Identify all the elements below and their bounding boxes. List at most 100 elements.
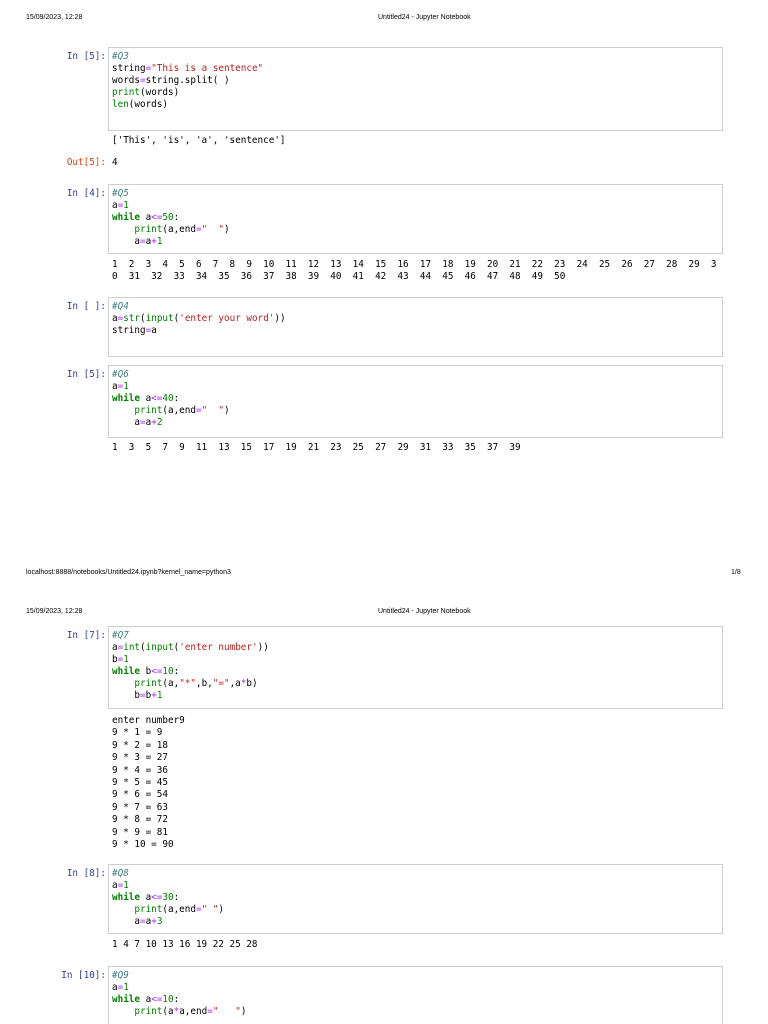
code-token: : xyxy=(173,994,180,1005)
code-line: while a<=10: xyxy=(112,994,722,1006)
code-line: a=a+3 xyxy=(112,916,722,928)
code-editor[interactable]: #Q7 a=int(input('enter number')) b=1 while … xyxy=(108,626,723,709)
page-number: 1/8 xyxy=(731,569,741,576)
input-prompt: In [10]: xyxy=(61,970,106,981)
code-line: #Q6 xyxy=(112,369,722,381)
code-line: a=a+2 xyxy=(112,417,722,429)
code-token: #Q4 xyxy=(112,301,129,312)
code-token: (a,end xyxy=(162,904,196,915)
code-token: 1 xyxy=(156,236,163,247)
output-line: 0 31 32 33 34 35 36 37 38 39 40 41 42 43… xyxy=(112,271,566,283)
code-editor[interactable]: #Q3 string="This is a sentence" words=stri… xyxy=(108,47,723,131)
code-token: " " xyxy=(201,405,224,416)
code-token: )) xyxy=(257,642,269,653)
input-prompt: In [7]: xyxy=(66,630,106,641)
code-token: (a xyxy=(162,1006,174,1017)
notebook-print-page: 15/09/2023, 12:28 Untitled24 - Jupyter N… xyxy=(0,0,768,1024)
code-line: print(a,end=" ") xyxy=(112,405,722,417)
code-token: a xyxy=(140,393,152,404)
code-token: 10 xyxy=(162,666,174,677)
code-line: words=string.split( ) xyxy=(112,75,722,87)
code-line: print(a,"*",b,"=",a*b) xyxy=(112,678,722,690)
code-editor[interactable]: #Q9 a=1 while a<=10: print(a*a,end=" ") xyxy=(108,966,723,1024)
code-token: a,end xyxy=(179,1006,208,1017)
cell-output: 1 3 5 7 9 11 13 15 17 19 21 23 25 27 29 … xyxy=(112,442,521,454)
code-token: len xyxy=(112,99,129,110)
code-token: int xyxy=(123,642,141,653)
output-line: 9 * 5 = 45 xyxy=(112,776,168,788)
code-token: 10 xyxy=(162,994,174,1005)
code-line: a=1 xyxy=(112,200,722,212)
code-line: #Q4 xyxy=(112,301,722,313)
code-editor[interactable]: #Q5 a=1 while a<=50: print(a,end=" ") a=a+… xyxy=(108,184,723,254)
code-token: (a, xyxy=(162,678,180,689)
code-token: str xyxy=(123,313,141,324)
code-token: a xyxy=(140,994,152,1005)
code-token: ,a xyxy=(229,678,241,689)
code-editor[interactable]: #Q6 a=1 while a<=40: print(a,end=" ") a=a+… xyxy=(108,365,723,438)
code-token: input xyxy=(145,313,174,324)
print-url[interactable]: localhost:8888/notebooks/Untitled24.ipyn… xyxy=(26,569,231,576)
code-token: 30 xyxy=(162,892,174,903)
code-token: #Q7 xyxy=(112,630,129,641)
output-prompt: Out[5]: xyxy=(66,157,106,168)
code-token: input xyxy=(145,642,174,653)
output-value: 4 xyxy=(112,157,118,168)
code-token: "=" xyxy=(212,678,230,689)
output-line: enter number9 xyxy=(112,715,185,726)
code-editor[interactable]: #Q8 a=1 while a<=30: print(a,end=" ") a=a+… xyxy=(108,864,723,934)
code-token: print xyxy=(134,904,163,915)
code-token: ) xyxy=(223,405,230,416)
code-token: while xyxy=(112,666,140,677)
output-line: 1 4 7 10 13 16 19 22 25 28 xyxy=(112,939,258,950)
input-prompt: In [ ]: xyxy=(66,301,106,312)
code-token: " " xyxy=(201,904,219,915)
code-line: b=b+1 xyxy=(112,690,722,702)
code-line: print(a*a,end=" ") xyxy=(112,1006,722,1018)
code-token: b) xyxy=(246,678,258,689)
cell-output: 1 2 3 4 5 6 7 8 9 10 11 12 13 14 15 16 1… xyxy=(112,259,717,284)
code-line: a=str(input('enter your word')) xyxy=(112,313,722,325)
code-token: ) xyxy=(218,904,224,915)
code-line: len(words) xyxy=(112,99,722,111)
code-token: 1 xyxy=(156,690,163,701)
code-token: 3 xyxy=(156,916,163,927)
code-token: while xyxy=(112,892,140,903)
code-token: print xyxy=(112,87,140,98)
code-token: 1 xyxy=(123,654,129,665)
code-token: print xyxy=(134,224,163,235)
code-token: a xyxy=(112,236,140,247)
code-token: #Q3 xyxy=(112,51,129,62)
code-token: 'enter your word' xyxy=(179,313,275,324)
code-token: <= xyxy=(151,393,163,404)
code-line: print(a,end=" ") xyxy=(112,904,722,916)
code-token: : xyxy=(173,892,180,903)
code-line: #Q7 xyxy=(112,630,722,642)
code-line: print(a,end=" ") xyxy=(112,224,722,236)
code-token: print xyxy=(134,1006,163,1017)
input-prompt: In [8]: xyxy=(66,868,106,879)
code-line: a=1 xyxy=(112,982,722,994)
code-token: : xyxy=(173,666,180,677)
output-line: 9 * 9 = 81 xyxy=(112,826,168,838)
cell-output: ['This', 'is', 'a', 'sentence'] xyxy=(112,135,286,147)
code-line: string=a xyxy=(112,325,722,337)
code-line: #Q3 xyxy=(112,51,722,63)
code-token: print xyxy=(134,405,163,416)
code-token: 1 xyxy=(123,381,129,392)
code-line: #Q8 xyxy=(112,868,722,880)
cell-output: 1 4 7 10 13 16 19 22 25 28 xyxy=(112,939,258,951)
code-editor[interactable]: #Q4 a=str(input('enter your word')) string… xyxy=(108,297,723,357)
code-token: while xyxy=(112,393,140,404)
code-line: while a<=40: xyxy=(112,393,722,405)
code-token: (a,end xyxy=(162,405,196,416)
code-token: print xyxy=(134,678,163,689)
print-date: 15/09/2023, 12:28 xyxy=(26,608,83,615)
print-title: Untitled24 - Jupyter Notebook xyxy=(378,608,471,615)
code-token: (words) xyxy=(140,87,180,98)
output-line: ['This', 'is', 'a', 'sentence'] xyxy=(112,135,286,146)
